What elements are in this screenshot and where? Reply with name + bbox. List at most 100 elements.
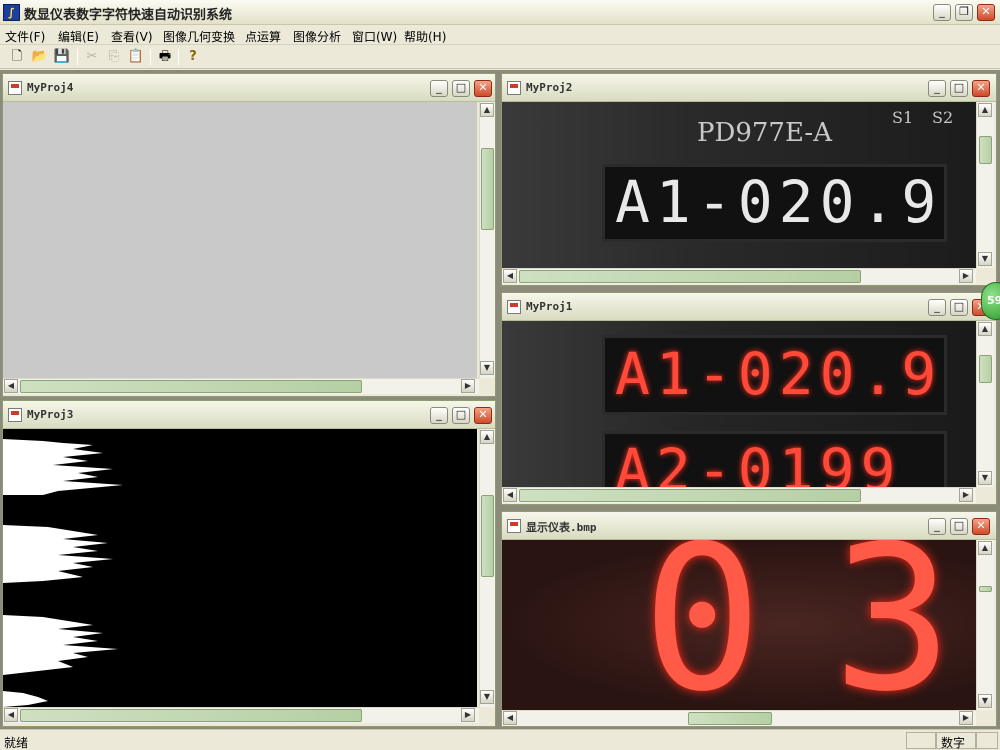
scroll-up-arrow[interactable]: ▲ xyxy=(978,103,992,117)
vertical-scrollbar[interactable]: ▲ ▼ xyxy=(479,429,495,707)
scroll-thumb[interactable] xyxy=(481,495,494,577)
maximize-button[interactable]: □ xyxy=(452,407,470,424)
status-ready-text: 就绪 xyxy=(4,736,29,750)
minimize-button[interactable]: _ xyxy=(933,4,951,21)
scroll-down-arrow[interactable]: ▼ xyxy=(978,694,992,708)
scroll-thumb[interactable] xyxy=(481,148,494,230)
close-button[interactable]: ✕ xyxy=(972,80,990,97)
maximize-button[interactable]: □ xyxy=(950,518,968,535)
image-canvas[interactable]: 03 xyxy=(502,540,976,710)
menu-geometry[interactable]: 图像几何变换 xyxy=(163,28,235,45)
scroll-left-arrow[interactable]: ◀ xyxy=(4,708,18,722)
vertical-scrollbar[interactable]: ▲ ▼ xyxy=(479,102,495,378)
paste-icon[interactable]: 📋 xyxy=(127,48,145,66)
floating-badge[interactable]: 59 xyxy=(981,282,1000,320)
menu-file[interactable]: 文件(F) xyxy=(5,28,45,45)
scroll-right-arrow[interactable]: ▶ xyxy=(959,269,973,283)
menu-window[interactable]: 窗口(W) xyxy=(352,28,397,45)
open-icon[interactable]: 📂 xyxy=(31,48,49,66)
minimize-button[interactable]: _ xyxy=(430,80,448,97)
horizontal-scrollbar[interactable]: ◀ ▶ xyxy=(3,378,479,394)
maximize-button[interactable]: □ xyxy=(950,80,968,97)
app-titlebar[interactable]: ∫ 数显仪表数字字符快速自动识别系统 _ ❐ ✕ xyxy=(0,0,1000,25)
vertical-scrollbar[interactable]: ▲ ▼ xyxy=(976,321,994,487)
scroll-thumb[interactable] xyxy=(20,709,362,722)
window-myproj3[interactable]: MyProj3 _ □ ✕ ▲ ▼ ◀ ▶ xyxy=(2,400,496,727)
window-title: MyProj4 xyxy=(27,81,74,94)
scroll-left-arrow[interactable]: ◀ xyxy=(503,269,517,283)
scroll-thumb[interactable] xyxy=(519,489,861,502)
scroll-down-arrow[interactable]: ▼ xyxy=(480,690,494,704)
projection-histogram-canvas[interactable] xyxy=(3,429,477,707)
scroll-down-arrow[interactable]: ▼ xyxy=(978,252,992,266)
image-canvas[interactable] xyxy=(3,102,477,378)
horizontal-scrollbar[interactable]: ◀ ▶ xyxy=(502,268,976,284)
print-icon[interactable]: 🖶 xyxy=(156,48,174,66)
s2-label: S2 xyxy=(932,108,954,127)
scroll-up-arrow[interactable]: ▲ xyxy=(480,103,494,117)
image-canvas[interactable]: PD977E-A S1 S2 A1-020.9 xyxy=(502,102,976,268)
window-titlebar[interactable]: MyProj4 _ □ ✕ xyxy=(3,74,495,102)
vertical-scrollbar[interactable]: ▲ ▼ xyxy=(976,540,994,710)
window-titlebar[interactable]: 显示仪表.bmp _ □ ✕ xyxy=(502,512,996,540)
menu-view[interactable]: 查看(V) xyxy=(111,28,153,45)
scroll-right-arrow[interactable]: ▶ xyxy=(959,488,973,502)
window-myproj4[interactable]: MyProj4 _ □ ✕ ▲ ▼ ◀ ▶ xyxy=(2,73,496,397)
menu-point-ops[interactable]: 点运算 xyxy=(245,28,281,45)
scroll-left-arrow[interactable]: ◀ xyxy=(4,379,18,393)
horizontal-scrollbar[interactable]: ◀ ▶ xyxy=(3,707,479,723)
app-icon[interactable]: ∫ xyxy=(3,4,20,21)
scroll-right-arrow[interactable]: ▶ xyxy=(461,708,475,722)
scroll-down-arrow[interactable]: ▼ xyxy=(480,361,494,375)
window-myproj2[interactable]: MyProj2 _ □ ✕ PD977E-A S1 S2 A1-020.9 ▲ … xyxy=(501,73,997,286)
horizontal-scrollbar[interactable]: ◀ ▶ xyxy=(502,487,976,503)
vertical-scrollbar[interactable]: ▲ ▼ xyxy=(976,102,994,268)
cut-icon[interactable]: ✂ xyxy=(83,48,101,66)
restore-button[interactable]: ❐ xyxy=(955,4,973,21)
scroll-thumb[interactable] xyxy=(979,136,992,164)
scroll-thumb[interactable] xyxy=(979,355,992,383)
statusbar: 就绪 数字 xyxy=(0,729,1000,750)
horizontal-scrollbar[interactable]: ◀ ▶ xyxy=(502,710,976,726)
save-icon[interactable]: 💾 xyxy=(53,48,71,66)
scroll-thumb[interactable] xyxy=(20,380,362,393)
copy-icon[interactable]: ⎘ xyxy=(105,48,123,66)
scroll-thumb[interactable] xyxy=(688,712,772,725)
close-button[interactable]: ✕ xyxy=(474,407,492,424)
window-myproj1[interactable]: MyProj1 _ □ ✕ A1-020.9 A2-0199 ▲ ▼ ◀ ▶ xyxy=(501,292,997,505)
s1-label: S1 xyxy=(892,108,914,127)
window-titlebar[interactable]: MyProj2 _ □ ✕ xyxy=(502,74,996,102)
scroll-right-arrow[interactable]: ▶ xyxy=(461,379,475,393)
resize-grip[interactable] xyxy=(480,708,494,722)
window-titlebar[interactable]: MyProj1 _ □ ✕ xyxy=(502,293,996,321)
minimize-button[interactable]: _ xyxy=(928,80,946,97)
maximize-button[interactable]: □ xyxy=(452,80,470,97)
help-icon[interactable]: ? xyxy=(184,48,202,66)
resize-grip[interactable] xyxy=(480,379,494,393)
document-icon xyxy=(507,300,521,314)
image-canvas[interactable]: A1-020.9 A2-0199 xyxy=(502,321,976,487)
close-button[interactable]: ✕ xyxy=(474,80,492,97)
minimize-button[interactable]: _ xyxy=(430,407,448,424)
scroll-left-arrow[interactable]: ◀ xyxy=(503,711,517,725)
window-titlebar[interactable]: MyProj3 _ □ ✕ xyxy=(3,401,495,429)
menu-help[interactable]: 帮助(H) xyxy=(404,28,446,45)
menu-image-analysis[interactable]: 图像分析 xyxy=(293,28,341,45)
scroll-thumb[interactable] xyxy=(979,586,992,592)
new-icon[interactable]: 🗋 xyxy=(8,48,26,66)
scroll-up-arrow[interactable]: ▲ xyxy=(978,541,992,555)
minimize-button[interactable]: _ xyxy=(928,299,946,316)
scroll-left-arrow[interactable]: ◀ xyxy=(503,488,517,502)
minimize-button[interactable]: _ xyxy=(928,518,946,535)
scroll-down-arrow[interactable]: ▼ xyxy=(978,471,992,485)
scroll-up-arrow[interactable]: ▲ xyxy=(978,322,992,336)
menu-edit[interactable]: 编辑(E) xyxy=(58,28,99,45)
zoomed-led-digits: 03 xyxy=(642,540,976,710)
window-meter-bmp[interactable]: 显示仪表.bmp _ □ ✕ 03 ▲ ▼ ◀ ▶ xyxy=(501,511,997,727)
scroll-thumb[interactable] xyxy=(519,270,861,283)
close-button[interactable]: ✕ xyxy=(977,4,995,21)
scroll-up-arrow[interactable]: ▲ xyxy=(480,430,494,444)
close-button[interactable]: ✕ xyxy=(972,518,990,535)
scroll-right-arrow[interactable]: ▶ xyxy=(959,711,973,725)
maximize-button[interactable]: □ xyxy=(950,299,968,316)
